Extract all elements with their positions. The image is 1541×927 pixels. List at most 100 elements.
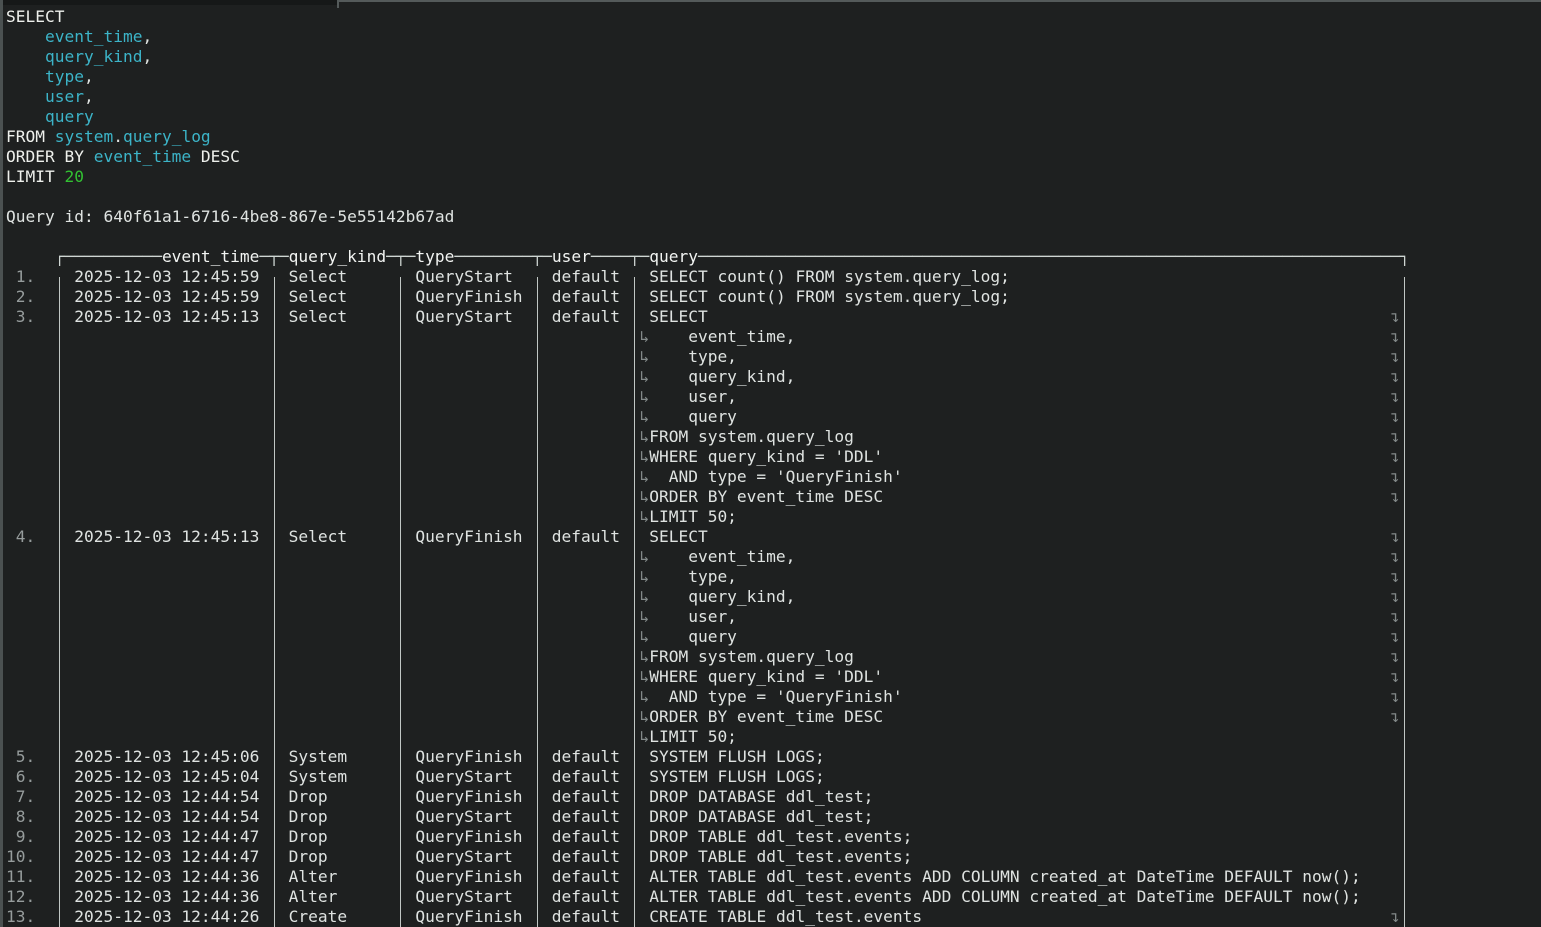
row-number: 12. xyxy=(6,887,55,906)
line-feed-icon: ↴ xyxy=(1390,607,1400,627)
cell-type: QueryFinish xyxy=(406,527,533,546)
line-continuation-icon: ↳ xyxy=(639,467,649,487)
row-number-spacer xyxy=(6,587,55,606)
result-row-line: ↳ event_time, ↴ xyxy=(6,547,1541,567)
sql-keyword: LIMIT xyxy=(6,167,64,186)
sql-number-literal: 20 xyxy=(64,167,84,186)
line-continuation-icon: ↳ xyxy=(639,407,649,427)
row-number-spacer xyxy=(6,327,55,346)
result-row-line: 4. 2025-12-03 12:45:13 Select QueryFinis… xyxy=(6,527,1541,547)
cell-query-kind: Alter xyxy=(279,867,396,886)
cell-user: default xyxy=(542,287,630,306)
table-border-vertical xyxy=(274,277,275,927)
result-row-line: ↳ type, ↴ xyxy=(6,347,1541,367)
cell-event-time: 2025-12-03 12:44:26 xyxy=(64,907,269,926)
cell-query: SELECT xyxy=(649,527,1390,546)
result-row-line: 12. 2025-12-03 12:44:36 Alter QueryStart… xyxy=(6,887,1541,907)
cell-user: default xyxy=(542,867,630,886)
terminal-screen[interactable]: SELECT event_time, query_kind, type, use… xyxy=(0,0,1541,927)
result-row-line: 2. 2025-12-03 12:45:59 Select QueryFinis… xyxy=(6,287,1541,307)
line-continuation-icon: ↳ xyxy=(639,707,649,727)
result-row-line: ↳WHERE query_kind = 'DDL' ↴ xyxy=(6,667,1541,687)
row-number-spacer xyxy=(6,367,55,386)
result-row-line: ↳ AND type = 'QueryFinish' ↴ xyxy=(6,467,1541,487)
result-row-line: 8. 2025-12-03 12:44:54 Drop QueryStart d… xyxy=(6,807,1541,827)
line-feed-icon: ↴ xyxy=(1390,347,1400,367)
cell-type: QueryStart xyxy=(406,307,533,326)
table-border-vertical xyxy=(1404,277,1405,927)
result-row-line: 3. 2025-12-03 12:45:13 Select QueryStart… xyxy=(6,307,1541,327)
cell-type: QueryFinish xyxy=(406,747,533,766)
cell-query-kind: Drop xyxy=(279,827,396,846)
sql-editor-line: query_kind, xyxy=(6,47,1541,67)
sql-identifier: query xyxy=(45,107,94,126)
sql-identifier: type xyxy=(45,67,84,86)
cell-query-kind: Drop xyxy=(279,787,396,806)
row-number-spacer xyxy=(6,467,55,486)
row-number-spacer xyxy=(6,647,55,666)
line-feed-icon: ↴ xyxy=(1390,307,1400,327)
line-continuation-icon: ↳ xyxy=(639,567,649,587)
cell-event-time: 2025-12-03 12:44:47 xyxy=(64,827,269,846)
sql-keyword: SELECT xyxy=(6,7,64,26)
cell-query-kind: Drop xyxy=(279,847,396,866)
line-continuation-icon: ↳ xyxy=(639,347,649,367)
sql-editor-line: LIMIT 20 xyxy=(6,167,1541,187)
row-number: 1. xyxy=(6,267,55,286)
cell-query-kind: System xyxy=(279,767,396,786)
cell-type: QueryFinish xyxy=(406,907,533,926)
cell-user: default xyxy=(542,787,630,806)
cell-query: AND type = 'QueryFinish' xyxy=(649,687,1390,706)
cell-user: default xyxy=(542,527,630,546)
sql-editor-line: FROM system.query_log xyxy=(6,127,1541,147)
cell-event-time: 2025-12-03 12:45:13 xyxy=(64,527,269,546)
background-window-corner xyxy=(337,0,339,8)
cell-event-time: 2025-12-03 12:45:04 xyxy=(64,767,269,786)
row-number-spacer xyxy=(6,567,55,586)
cell-query: SELECT count() FROM system.query_log; xyxy=(649,287,1390,306)
cell-user: default xyxy=(542,827,630,846)
line-continuation-icon: ↳ xyxy=(639,427,649,447)
row-number-spacer xyxy=(6,387,55,406)
result-row-line: ↳ query ↴ xyxy=(6,627,1541,647)
blank-line xyxy=(6,227,1541,247)
cell-query: FROM system.query_log xyxy=(649,647,1390,666)
cell-query: ORDER BY event_time DESC xyxy=(649,487,1390,506)
line-feed-icon: ↴ xyxy=(1390,647,1400,667)
result-row-line: ↳ event_time, ↴ xyxy=(6,327,1541,347)
line-feed-icon: ↴ xyxy=(1390,327,1400,347)
result-row-line: ↳ user, ↴ xyxy=(6,387,1541,407)
sql-identifier: event_time xyxy=(45,27,142,46)
cell-query-kind: Create xyxy=(279,907,396,926)
window-left-edge xyxy=(0,0,3,927)
row-number: 3. xyxy=(6,307,55,326)
cell-type: QueryFinish xyxy=(406,867,533,886)
line-feed-icon: ↴ xyxy=(1390,547,1400,567)
cell-query: user, xyxy=(649,607,1390,626)
line-continuation-icon: ↳ xyxy=(639,627,649,647)
cell-query: query_kind, xyxy=(649,587,1390,606)
table-header-line: ┌──────────event_time─┬─query_kind─┬─typ… xyxy=(6,247,1541,267)
row-number: 13. xyxy=(6,907,55,926)
line-feed-icon: ↴ xyxy=(1390,487,1400,507)
query-id-line: Query id: 640f61a1-6716-4be8-867e-5e5514… xyxy=(6,207,1541,227)
line-continuation-icon: ↳ xyxy=(639,587,649,607)
table-border-vertical xyxy=(537,277,538,927)
cell-user: default xyxy=(542,307,630,326)
cell-query-kind: Select xyxy=(279,267,396,286)
cell-type: QueryFinish xyxy=(406,287,533,306)
result-row-line: 7. 2025-12-03 12:44:54 Drop QueryFinish … xyxy=(6,787,1541,807)
row-number-spacer xyxy=(6,687,55,706)
cell-query: user, xyxy=(649,387,1390,406)
line-continuation-icon: ↳ xyxy=(639,447,649,467)
table-border-vertical xyxy=(634,277,635,927)
cell-event-time: 2025-12-03 12:45:59 xyxy=(64,287,269,306)
cell-event-time: 2025-12-03 12:44:47 xyxy=(64,847,269,866)
cell-event-time: 2025-12-03 12:44:54 xyxy=(64,787,269,806)
result-row-line: ↳FROM system.query_log ↴ xyxy=(6,647,1541,667)
sql-keyword: ORDER BY xyxy=(6,147,94,166)
cell-query: event_time, xyxy=(649,547,1390,566)
cell-query-kind: Drop xyxy=(279,807,396,826)
result-row-line: ↳ AND type = 'QueryFinish' ↴ xyxy=(6,687,1541,707)
sql-keyword: FROM xyxy=(6,127,55,146)
